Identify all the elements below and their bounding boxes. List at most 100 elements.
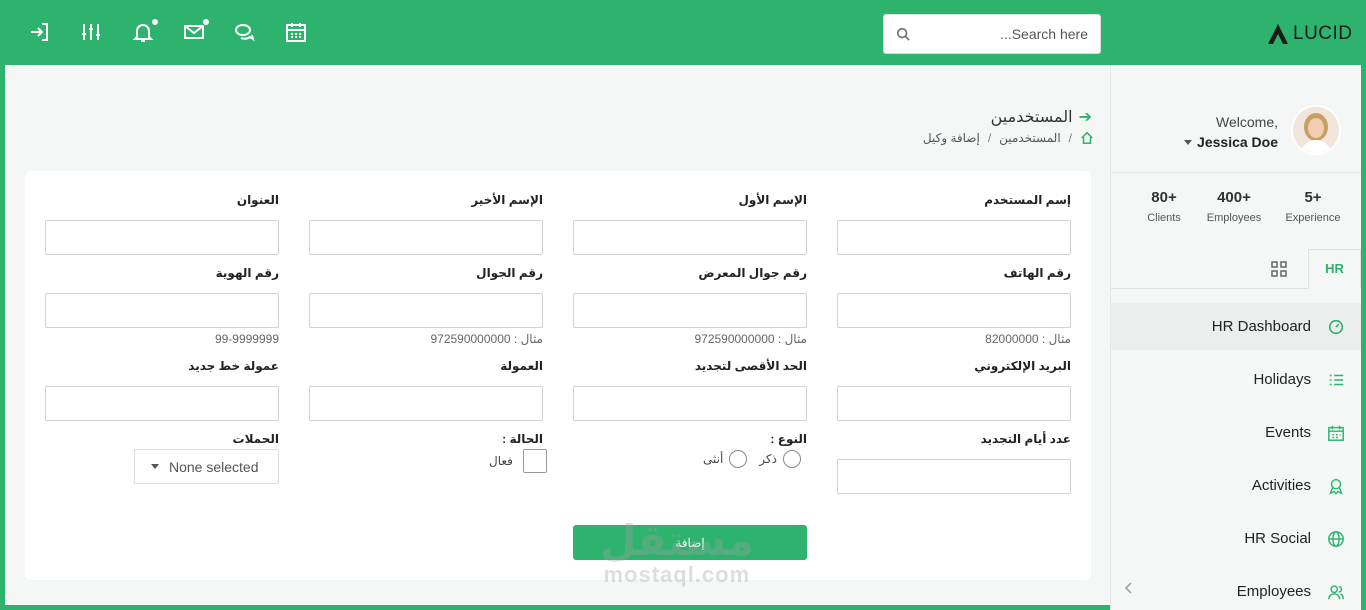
sidebar-item-label: HR Dashboard xyxy=(1211,318,1311,335)
page-title: ➔ المستخدمين xyxy=(991,107,1092,127)
mobile-input[interactable] xyxy=(309,293,543,328)
sidebar-tabs: HR xyxy=(1111,249,1361,289)
username-field: إسم المستخدم xyxy=(837,193,1071,255)
email-label: البريد الإلكتروني xyxy=(974,359,1071,373)
logo[interactable]: LUCID xyxy=(1267,20,1353,48)
last-name-field: الإسم الأخير xyxy=(309,193,543,255)
username-label: إسم المستخدم xyxy=(984,193,1071,207)
first-name-label: الإسم الأول xyxy=(738,193,807,207)
email-field: البريد الإلكتروني xyxy=(837,359,1071,421)
globe-icon xyxy=(1328,530,1344,547)
email-input[interactable] xyxy=(837,386,1071,421)
user-menu[interactable]: Jessica Doe xyxy=(1184,134,1278,150)
chat-icon[interactable] xyxy=(233,20,257,44)
welcome-text: Welcome, xyxy=(1216,114,1278,130)
search-input[interactable] xyxy=(914,15,1094,53)
lucid-logo-icon xyxy=(1268,24,1288,44)
stat-label: Experience xyxy=(1285,212,1341,224)
avatar[interactable] xyxy=(1291,105,1341,155)
sidebar-item-label: Events xyxy=(1265,424,1311,441)
sidebar-item-activities[interactable]: Activities xyxy=(1111,462,1361,509)
search-box xyxy=(883,14,1101,54)
chevron-left-icon[interactable] xyxy=(1123,581,1135,595)
gender-options: ذكر أنثى xyxy=(703,450,801,468)
mail-icon[interactable] xyxy=(182,18,210,44)
sidebar-item-hr-social[interactable]: HR Social xyxy=(1111,515,1361,562)
id-number-hint: 99-9999999 xyxy=(214,332,279,346)
sidebar-item-hr-dashboard[interactable]: HR Dashboard xyxy=(1111,303,1361,350)
gender-male-radio[interactable] xyxy=(782,450,801,468)
arrow-right-icon[interactable]: ➔ xyxy=(1079,107,1092,127)
new-line-commission-field: عمولة خط جديد xyxy=(45,359,279,421)
notification-dot xyxy=(151,18,159,26)
last-name-input[interactable] xyxy=(309,220,543,255)
sidebar-item-label: Holidays xyxy=(1253,371,1311,388)
bell-icon[interactable] xyxy=(131,18,159,44)
stat-value: 80+ xyxy=(1151,189,1177,206)
stat-label: Clients xyxy=(1147,212,1181,224)
mail-dot xyxy=(202,18,210,26)
showroom-mobile-field: رقم جوال المعرض مثال : 972590000000 xyxy=(573,266,807,346)
sidebar-item-holidays[interactable]: Holidays xyxy=(1111,356,1361,403)
campaigns-selected: None selected xyxy=(169,458,259,475)
list-icon xyxy=(1329,374,1344,385)
stat-employees: 400+ Employees xyxy=(1199,189,1269,224)
first-name-field: الإسم الأول xyxy=(573,193,807,255)
new-line-commission-input[interactable] xyxy=(45,386,279,421)
sidebar-item-label: HR Social xyxy=(1244,530,1311,547)
status-active-label: فعال xyxy=(489,454,513,468)
sign-in-icon[interactable] xyxy=(28,20,52,44)
status-options: فعال xyxy=(489,449,547,473)
max-renewal-label: الحد الأقصى لتجديد xyxy=(694,359,807,373)
campaigns-select[interactable]: None selected xyxy=(134,449,279,484)
caret-down-icon xyxy=(1184,139,1193,145)
sidebar-item-events[interactable]: Events xyxy=(1111,409,1361,456)
id-number-label: رقم الهوية xyxy=(215,266,279,280)
showroom-mobile-label: رقم جوال المعرض xyxy=(698,266,807,280)
calendar-icon[interactable] xyxy=(284,20,308,44)
award-icon xyxy=(1329,478,1343,495)
page-title-text: المستخدمين xyxy=(990,109,1073,126)
stat-value: 400+ xyxy=(1217,189,1251,206)
breadcrumb: / المستخدمين / إضافة وكيل xyxy=(923,131,1094,145)
watermark: مستقل mostaql.com xyxy=(600,520,754,588)
search-icon xyxy=(896,27,910,41)
gender-male-label: ذكر xyxy=(759,452,777,466)
logo-text: LUCID xyxy=(1293,23,1353,44)
home-icon[interactable] xyxy=(1080,131,1094,145)
address-input[interactable] xyxy=(45,220,279,255)
mobile-hint: مثال : 972590000000 xyxy=(430,332,543,346)
gender-female-label: أنثى xyxy=(703,452,724,466)
renewal-days-field: عدد أيام التجديد xyxy=(837,432,1071,494)
showroom-mobile-hint: مثال : 972590000000 xyxy=(694,332,807,346)
phone-input[interactable] xyxy=(837,293,1071,328)
sidebar-item-employees[interactable]: Employees xyxy=(1111,568,1361,610)
tab-hr[interactable]: HR xyxy=(1308,249,1361,289)
grid-icon[interactable] xyxy=(1269,259,1289,279)
breadcrumb-add-agent: إضافة وكيل xyxy=(922,131,980,145)
new-line-commission-label: عمولة خط جديد xyxy=(188,359,279,373)
sliders-icon[interactable] xyxy=(79,20,103,44)
first-name-input[interactable] xyxy=(573,220,807,255)
commission-label: العمولة xyxy=(500,359,543,373)
max-renewal-input[interactable] xyxy=(573,386,807,421)
mobile-field: رقم الجوال مثال : 972590000000 xyxy=(309,266,543,346)
stat-value: 5+ xyxy=(1304,189,1322,206)
status-active-checkbox[interactable] xyxy=(522,449,547,473)
address-label: العنوان xyxy=(236,193,279,207)
breadcrumb-separator: / xyxy=(1068,131,1072,145)
breadcrumb-users[interactable]: المستخدمين xyxy=(999,131,1060,145)
campaigns-field: الحملات xyxy=(45,432,279,448)
id-number-input[interactable] xyxy=(45,293,279,328)
calendar-icon xyxy=(1328,425,1344,441)
stat-clients: 80+ Clients xyxy=(1129,189,1199,224)
breadcrumb-separator: / xyxy=(987,131,992,145)
username-input[interactable] xyxy=(837,220,1071,255)
gender-label: النوع : xyxy=(770,432,807,446)
avatar-image xyxy=(1293,107,1339,153)
showroom-mobile-input[interactable] xyxy=(573,293,807,328)
renewal-days-input[interactable] xyxy=(837,459,1071,494)
gender-female-radio[interactable] xyxy=(729,450,748,468)
status-label: الحالة : xyxy=(502,432,543,446)
commission-input[interactable] xyxy=(309,386,543,421)
